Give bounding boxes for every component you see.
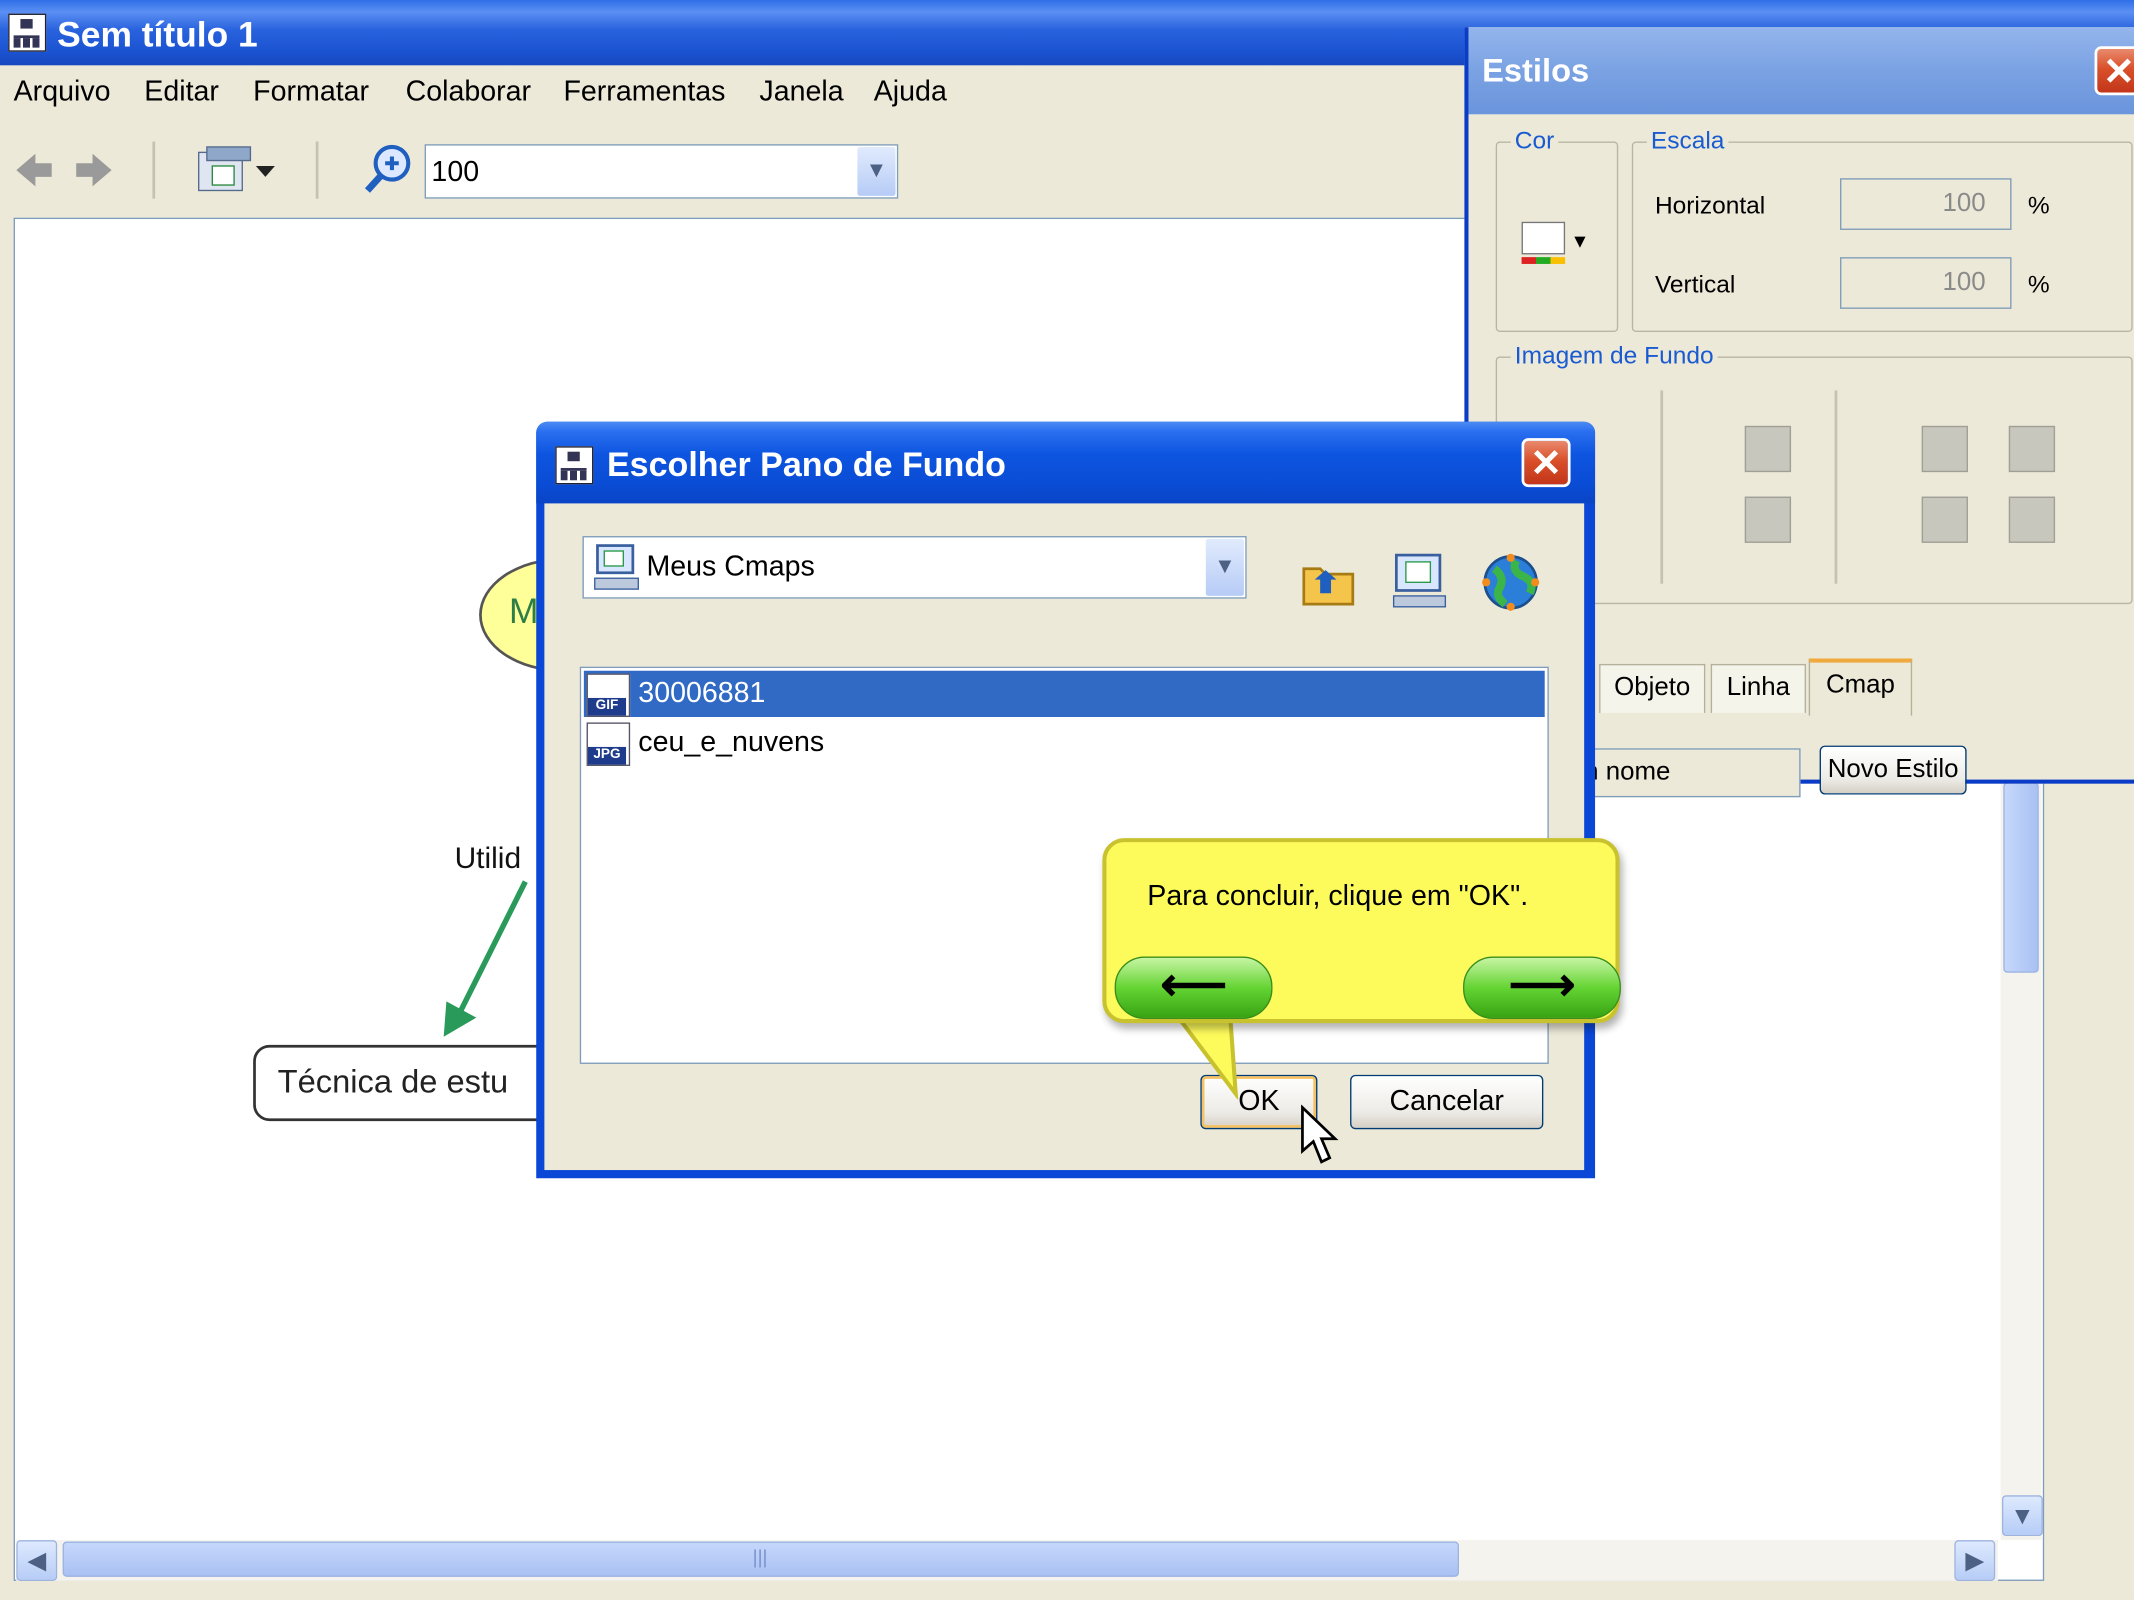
toolbar-separator <box>315 141 319 199</box>
tooltip-pointer <box>1174 1014 1239 1100</box>
menu-colaborar[interactable]: Colaborar <box>406 76 532 109</box>
horizontal-scale-value: 100 <box>1942 189 1986 218</box>
tab-cmap[interactable]: Cmap <box>1808 658 1913 716</box>
vertical-scale-value: 100 <box>1942 268 1986 297</box>
back-arrow-icon[interactable] <box>11 150 57 191</box>
menu-arquivo[interactable]: Arquivo <box>14 76 111 109</box>
new-style-label: Novo Estilo <box>1827 755 1959 784</box>
scroll-left-button[interactable]: ◀ <box>16 1540 58 1581</box>
window-title: Sem título 1 <box>57 13 258 55</box>
left-arrow-icon: ⟵ <box>1160 959 1227 1011</box>
list-item[interactable]: GIF 30006881 <box>583 670 1545 718</box>
zoom-icon[interactable] <box>362 141 416 195</box>
screen: Sem título 1 Arquivo Editar Formatar Col… <box>0 0 2134 1600</box>
cancel-label: Cancelar <box>1389 1085 1504 1118</box>
cancel-button[interactable]: Cancelar <box>1350 1074 1544 1130</box>
up-folder-icon[interactable] <box>1301 558 1355 607</box>
right-arrow-icon: ⟶ <box>1508 959 1576 1011</box>
computer-icon <box>594 544 639 590</box>
link-phrase[interactable]: Utilid <box>455 841 522 876</box>
menu-formatar[interactable]: Formatar <box>253 76 369 109</box>
scroll-down-button[interactable]: ▼ <box>2001 1495 2043 1537</box>
forward-arrow-icon[interactable] <box>71 150 117 191</box>
center-image-icon[interactable] <box>1744 425 1792 473</box>
file-name: 30006881 <box>638 677 766 709</box>
mouse-cursor-icon <box>1301 1104 1339 1164</box>
tab-linha[interactable]: Linha <box>1710 663 1807 713</box>
vertical-percent: % <box>2027 270 2050 298</box>
style-name-value: n nome <box>1584 757 1671 787</box>
dialog-close-icon[interactable]: ✕ <box>1521 438 1571 488</box>
zoom-value: 100 <box>431 156 480 188</box>
link-arrow <box>443 880 528 1037</box>
dialog-body: Meus Cmaps ▼ GIF 30006881 JPG ceu_e_nuve… <box>544 503 1585 1171</box>
location-value: Meus Cmaps <box>646 551 815 583</box>
new-style-button[interactable]: Novo Estilo <box>1819 745 1967 795</box>
fit-image-icon[interactable] <box>2008 425 2056 473</box>
my-cmaps-icon[interactable] <box>1391 552 1448 609</box>
file-name: ceu_e_nuvens <box>638 726 825 758</box>
horizontal-label: Horizontal <box>1654 191 1766 220</box>
jpg-file-icon: JPG <box>586 722 631 766</box>
styles-panel-title: Estilos <box>1482 53 1590 90</box>
previous-step-button[interactable]: ⟵ <box>1114 956 1273 1020</box>
styles-panel-title-bar[interactable]: Estilos ✕ <box>1468 27 2134 115</box>
globe-icon[interactable] <box>1481 552 1541 612</box>
vertical-scroll-thumb[interactable] <box>2003 782 2039 973</box>
group-divider <box>1834 390 1838 584</box>
tooltip-text: Para concluir, clique em "OK". <box>1147 880 1529 912</box>
group-divider <box>1660 390 1664 584</box>
color-group-label: Cor <box>1510 126 1559 156</box>
ok-label: OK <box>1238 1085 1280 1118</box>
color-group: Cor ▼ <box>1495 126 1619 332</box>
tab-objeto[interactable]: Objeto <box>1599 663 1706 713</box>
vertical-scale-field[interactable]: 100 <box>1840 257 2012 309</box>
color-swatch-icon <box>1521 221 1566 255</box>
concept-node-ellipse-label: M <box>509 590 539 632</box>
cmap-app-icon <box>555 446 594 485</box>
concept-node-rect-label: Técnica de estu <box>277 1063 509 1101</box>
tile-image-icon[interactable] <box>1744 496 1792 543</box>
horizontal-scroll-thumb[interactable]: ||| <box>62 1541 1459 1577</box>
chevron-down-icon: ▼ <box>1570 229 1590 252</box>
align-image-icon[interactable] <box>1921 425 1968 473</box>
list-item[interactable]: JPG ceu_e_nuvens <box>584 720 1545 766</box>
location-dropdown[interactable]: Meus Cmaps ▼ <box>582 536 1247 599</box>
tutorial-tooltip: Para concluir, clique em "OK". ⟵ ⟶ <box>1102 838 1621 1024</box>
styles-close-icon[interactable]: ✕ <box>2094 46 2134 96</box>
style-name-field[interactable]: n nome <box>1577 748 1801 798</box>
landscape-image-icon[interactable] <box>2008 496 2056 543</box>
gif-file-icon: GIF <box>586 673 631 718</box>
view-options-icon[interactable] <box>196 144 280 196</box>
scale-group: Escala Horizontal 100 % Vertical 100 % <box>1631 126 2133 332</box>
horizontal-scale-field[interactable]: 100 <box>1840 178 2012 230</box>
dialog-title: Escolher Pano de Fundo <box>606 446 1006 485</box>
choose-background-dialog: Escolher Pano de Fundo ✕ Meus Cmaps ▼ GI… <box>536 421 1596 1179</box>
color-bar-icon <box>1521 257 1566 264</box>
background-image-group-label: Imagem de Fundo <box>1510 341 1718 371</box>
scroll-right-button[interactable]: ▶ <box>1954 1540 1996 1581</box>
horizontal-percent: % <box>2027 191 2050 220</box>
chevron-down-icon[interactable]: ▼ <box>857 146 896 196</box>
menu-janela[interactable]: Janela <box>759 76 843 109</box>
chevron-down-icon[interactable]: ▼ <box>1205 538 1244 596</box>
vertical-label: Vertical <box>1654 270 1736 298</box>
color-picker-button[interactable]: ▼ <box>1521 221 1590 271</box>
next-step-button[interactable]: ⟶ <box>1463 956 1621 1020</box>
vertical-scrollbar[interactable]: ▼ <box>2000 782 2043 1541</box>
stretch-image-icon[interactable] <box>1921 496 1968 543</box>
zoom-combobox[interactable]: 100 ▼ <box>424 144 899 199</box>
menu-editar[interactable]: Editar <box>144 76 219 109</box>
menu-ajuda[interactable]: Ajuda <box>874 76 947 109</box>
scroll-grip-icon: ||| <box>752 1545 768 1568</box>
cmap-app-icon <box>8 13 47 52</box>
toolbar-separator <box>152 141 156 199</box>
scale-group-label: Escala <box>1646 126 1729 156</box>
menu-ferramentas[interactable]: Ferramentas <box>563 76 725 109</box>
dialog-title-bar[interactable]: Escolher Pano de Fundo ✕ <box>536 421 1596 504</box>
horizontal-scrollbar[interactable]: ◀ ||| ▶ <box>16 1540 1998 1581</box>
